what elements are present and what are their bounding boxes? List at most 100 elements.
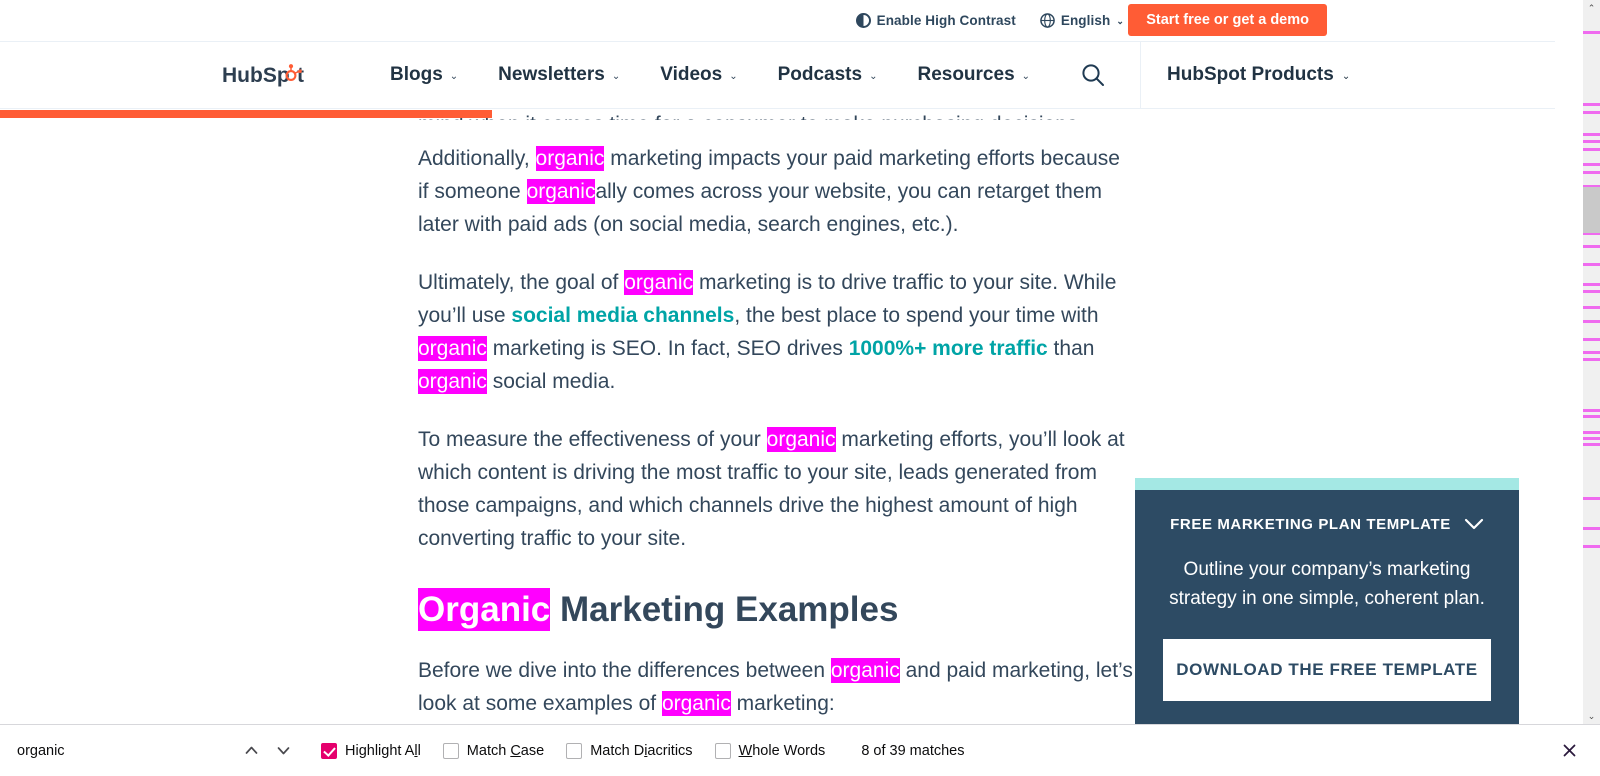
find-match-tick [1583,443,1600,446]
cta-subtext: Outline your company’s marketing strateg… [1169,559,1485,609]
text-run: To measure the effectiveness of your [418,428,767,451]
find-match-tick [1583,545,1600,548]
page-scrollbar[interactable]: ⌃ ⌄ [1583,0,1600,724]
match-case-label: Match Case [466,742,545,759]
article-paragraph-4: Before we dive into the differences betw… [418,654,1134,720]
chevron-up-icon [245,746,257,754]
free-template-cta-card: FREE MARKETING PLAN TEMPLATE Outline you… [1135,478,1519,724]
find-bar: Highlight All Match Case Match Diacritic… [0,724,1600,776]
match-case-option[interactable]: Match Case [442,742,545,759]
text-run: social media. [486,370,616,393]
article-paragraph-1: Additionally, organic marketing impacts … [418,142,1134,241]
text-run: , the best place to spend your time with [734,304,1099,327]
start-free-demo-button[interactable]: Start free or get a demo [1128,4,1327,36]
match-diacritics-option[interactable]: Match Diacritics [566,742,693,759]
find-match-status: 8 of 39 matches [861,742,965,759]
chevron-down-icon [277,747,289,755]
cta-collapse-toggle[interactable]: FREE MARKETING PLAN TEMPLATE [1163,516,1491,533]
find-highlight: organic [526,179,596,204]
find-match-tick [1583,409,1600,412]
find-input[interactable] [17,742,235,759]
article-paragraph-2: Ultimately, the goal of organic marketin… [418,266,1134,398]
cta-heading-label: FREE MARKETING PLAN TEMPLATE [1170,516,1451,533]
more-traffic-link[interactable]: 1000%+ more traffic [849,337,1048,360]
nav-item-label: Videos [660,64,723,85]
scroll-down-arrow[interactable]: ⌄ [1583,708,1600,724]
nav-item-hubspot-products[interactable]: HubSpot Products ⌄ [1141,64,1350,86]
chevron-down-icon [1464,518,1483,530]
browser-screen: Enable High Contrast English ⌄ About Hub… [0,0,1600,776]
highlight-all-checkbox[interactable] [321,742,337,759]
nav-item-label: Newsletters [498,64,605,85]
match-diacritics-label: Match Diacritics [590,742,693,759]
nav-item-videos[interactable]: Videos ⌄ [640,64,757,86]
whole-words-option[interactable]: Whole Words [714,742,826,759]
scrollbar-thumb[interactable] [1583,187,1600,233]
find-match-tick [1583,527,1600,530]
chevron-down-icon: ⌄ [449,70,459,82]
find-match-tick [1583,415,1600,418]
chevron-down-icon: ⌄ [729,70,738,82]
nav-item-blogs[interactable]: Blogs ⌄ [370,64,478,86]
find-previous-button[interactable] [235,735,267,767]
nav-item-podcasts[interactable]: Podcasts ⌄ [758,64,898,86]
nav-item-label: Resources [917,64,1015,85]
find-match-tick [1583,171,1600,174]
section-heading: Organic Marketing Examples [418,588,1134,632]
find-match-tick [1583,133,1600,136]
find-match-tick [1583,431,1600,434]
enable-high-contrast-label: Enable High Contrast [876,13,1016,28]
highlight-all-option[interactable]: Highlight All [321,742,421,759]
match-case-checkbox[interactable] [442,742,459,759]
text-run: Ultimately, the goal of [418,271,625,294]
download-template-button[interactable]: DOWNLOAD THE FREE TEMPLATE [1163,639,1491,701]
text-run: marketing: [730,692,835,715]
text-run: than [1047,337,1095,360]
whole-words-label: Whole Words [738,742,826,759]
find-highlight: organic [535,146,605,171]
find-close-button[interactable] [1554,736,1584,766]
find-highlight: organic [624,270,694,295]
chevron-down-icon: ⌄ [869,70,878,82]
reading-progress-bar [0,110,1555,118]
find-next-button[interactable] [267,735,299,767]
find-highlight: organic [830,658,900,683]
nav-item-newsletters[interactable]: Newsletters ⌄ [478,64,640,86]
nav-item-resources[interactable]: Resources ⌄ [897,64,1050,86]
find-match-tick [1583,148,1600,151]
scroll-up-arrow[interactable]: ⌃ [1583,0,1600,16]
nav-item-label: HubSpot Products [1167,64,1334,85]
nav-links: Blogs ⌄ Newsletters ⌄ Videos ⌄ Podcasts … [370,64,1050,86]
whole-words-checkbox[interactable] [714,742,731,759]
contrast-icon [855,13,871,28]
search-button[interactable] [1068,62,1118,88]
heading-rest: Marketing Examples [550,590,899,629]
match-diacritics-checkbox[interactable] [566,742,583,759]
nav-item-label: Podcasts [777,64,863,85]
find-match-tick [1583,338,1600,341]
find-highlight: organic [766,427,836,452]
find-highlight: organic [418,336,487,361]
social-media-channels-link[interactable]: social media channels [511,304,734,327]
find-match-tick [1583,437,1600,440]
find-highlight: organic [418,369,487,394]
find-match-tick [1583,31,1600,34]
search-icon [1082,64,1105,86]
chevron-down-icon: ⌄ [1116,16,1124,26]
find-match-tick [1583,140,1600,143]
find-match-tick [1583,358,1600,361]
find-match-tick [1583,111,1600,114]
find-match-tick [1583,163,1600,166]
cta-card-body: FREE MARKETING PLAN TEMPLATE Outline you… [1135,490,1519,724]
find-match-tick [1583,103,1600,106]
article-paragraph-3: To measure the effectiveness of your org… [418,423,1134,555]
enable-high-contrast-button[interactable]: Enable High Contrast [855,13,1016,28]
chevron-down-icon: ⌄ [1341,70,1351,82]
hubspot-logo[interactable]: HubSp t [222,62,314,88]
language-selector[interactable]: English ⌄ [1040,13,1124,28]
language-label: English [1060,13,1111,28]
main-navigation: HubSp t Blogs ⌄ Newsletters ⌄ Videos ⌄ P… [0,41,1555,109]
utility-bar: Enable High Contrast English ⌄ About Hub… [0,0,1555,41]
svg-text:HubSp: HubSp [222,64,290,87]
find-match-tick [1583,306,1600,309]
